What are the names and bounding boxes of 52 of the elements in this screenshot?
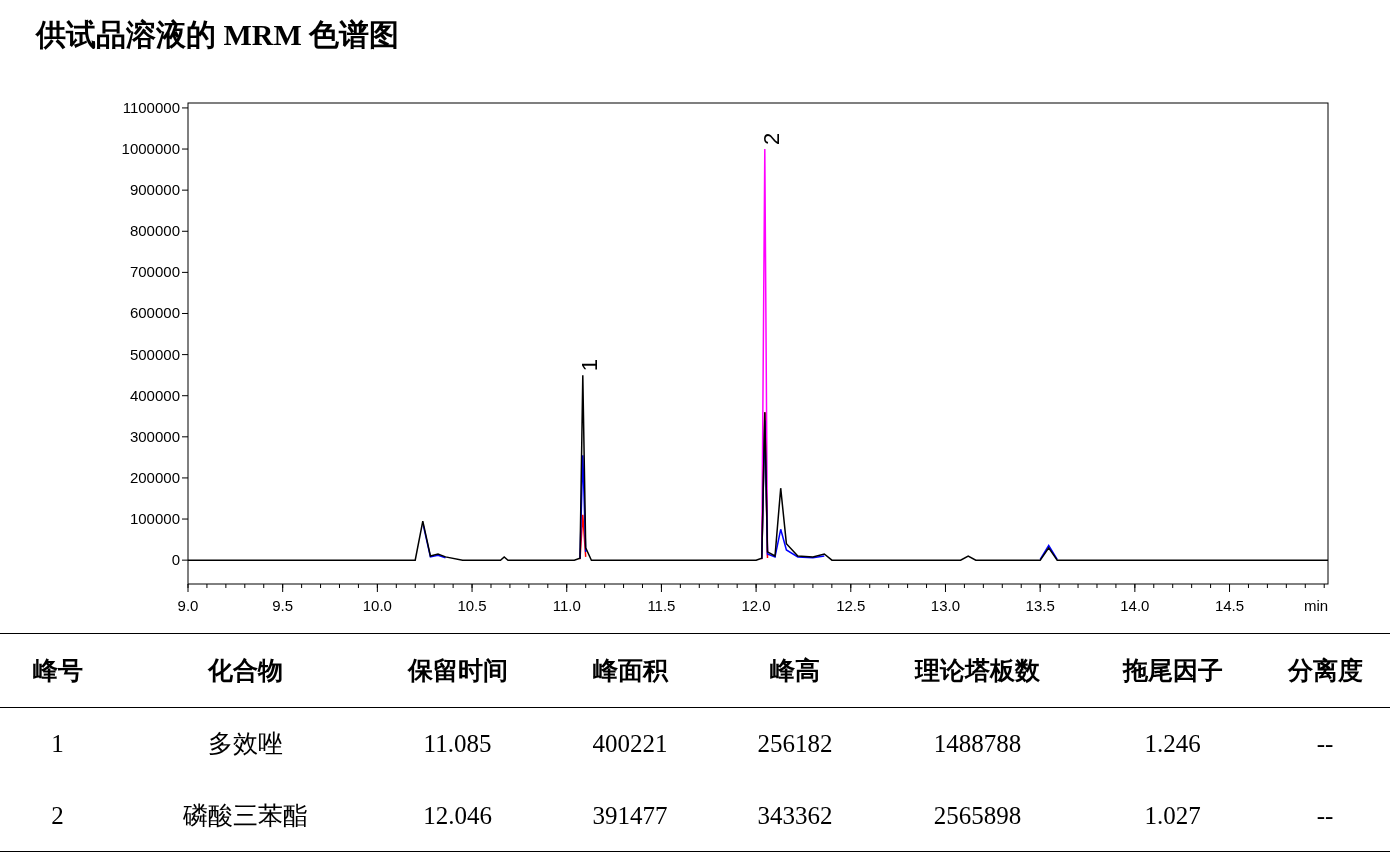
table-cell-text: 11.085 bbox=[422, 729, 493, 760]
y-tick-label: 500000 bbox=[129, 345, 180, 363]
column-header: 拖尾因子 bbox=[1121, 655, 1224, 686]
x-tick-label: 11.5 bbox=[647, 597, 676, 614]
x-tick-label: 9.0 bbox=[177, 597, 199, 614]
table-cell-text: 1488788 bbox=[932, 729, 1023, 760]
x-tick-label: 14.5 bbox=[1214, 597, 1245, 614]
table-cell-text: 1.027 bbox=[1143, 800, 1202, 831]
y-tick-label: 100000 bbox=[129, 510, 180, 528]
peak-label: 1 bbox=[576, 358, 602, 372]
table-cell-text: -- bbox=[1315, 729, 1335, 760]
y-tick-label: 700000 bbox=[129, 263, 180, 281]
table-cell-text: 多效唑 bbox=[206, 729, 284, 760]
y-tick-label: 0 bbox=[171, 551, 180, 569]
y-tick-label: 200000 bbox=[129, 468, 180, 486]
y-tick-label: 800000 bbox=[129, 222, 180, 240]
table-cell-text: 256182 bbox=[756, 729, 834, 760]
table-cell-text: 1.246 bbox=[1143, 729, 1202, 760]
table-cell-text: 12.046 bbox=[422, 800, 493, 831]
x-tick-label: 13.0 bbox=[930, 597, 961, 614]
table-cell-text: 391477 bbox=[591, 800, 669, 831]
x-tick-label: 10.5 bbox=[457, 597, 487, 614]
x-tick-label: 9.5 bbox=[272, 597, 294, 614]
y-tick-label: 400000 bbox=[129, 386, 180, 404]
x-axis-label: min bbox=[1303, 597, 1329, 614]
x-tick-label: 14.0 bbox=[1120, 597, 1150, 614]
table-cell-text: -- bbox=[1315, 800, 1335, 831]
column-header: 理论塔板数 bbox=[913, 655, 1041, 686]
x-tick-label: 12.5 bbox=[836, 597, 866, 614]
y-tick-label: 600000 bbox=[129, 304, 180, 322]
column-header: 峰号 bbox=[31, 655, 84, 686]
column-header: 峰高 bbox=[769, 655, 821, 686]
peak-label: 2 bbox=[758, 132, 784, 146]
column-header: 化合物 bbox=[206, 655, 284, 686]
x-tick-label: 11.0 bbox=[552, 597, 581, 614]
column-header: 峰面积 bbox=[591, 655, 670, 686]
table-cell-text: 400221 bbox=[591, 729, 669, 760]
table-cell-text: 343362 bbox=[756, 800, 834, 831]
x-tick-label: 10.0 bbox=[362, 597, 392, 614]
x-tick-label: 13.5 bbox=[1025, 597, 1055, 614]
x-tick-label: 12.0 bbox=[741, 597, 771, 614]
y-tick-label: 1100000 bbox=[122, 98, 180, 116]
table-cell-text: 2 bbox=[50, 800, 65, 831]
chart-title: 供试品溶液的 MRM 色谱图 bbox=[36, 18, 400, 51]
y-tick-label: 1000000 bbox=[121, 140, 180, 158]
column-header: 保留时间 bbox=[406, 655, 509, 686]
table-cell-text: 2565898 bbox=[932, 800, 1023, 831]
table-cell-text: 1 bbox=[50, 729, 65, 760]
y-tick-label: 900000 bbox=[129, 181, 180, 199]
y-tick-label: 300000 bbox=[129, 427, 180, 445]
table-cell-text: 磷酸三苯酯 bbox=[181, 800, 309, 831]
column-header: 分离度 bbox=[1286, 655, 1364, 686]
